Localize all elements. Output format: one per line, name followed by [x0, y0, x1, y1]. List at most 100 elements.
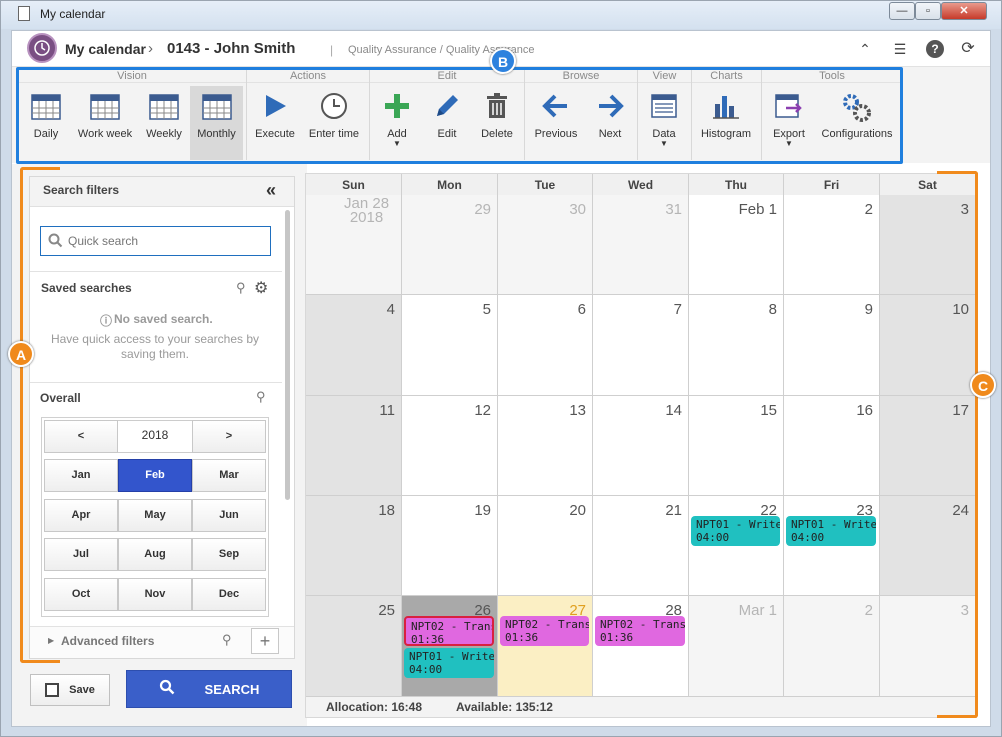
month-feb-button[interactable]: Feb — [118, 459, 192, 492]
day-number: Feb 1 — [738, 201, 777, 218]
highlight-bracket-c — [937, 171, 978, 718]
calendar-event[interactable]: NPT01 - Write t04:00 — [691, 516, 780, 546]
day-number: 15 — [760, 402, 777, 419]
event-title: NPT02 - Transla — [600, 618, 685, 631]
event-title: NPT02 - Transla — [505, 618, 589, 631]
quick-search-input[interactable] — [68, 230, 264, 252]
calendar-day-cell[interactable]: 23 — [784, 496, 880, 596]
search-button[interactable]: SEARCH — [126, 670, 292, 708]
divider — [30, 271, 282, 272]
calendar-day-cell[interactable]: 2 — [784, 195, 880, 295]
day-number: 5 — [482, 301, 491, 318]
month-dec-button[interactable]: Dec — [192, 577, 266, 611]
event-time: 04:00 — [696, 531, 730, 544]
calendar-day-cell[interactable]: 20 — [498, 496, 593, 596]
calendar-day-cell[interactable]: 28 — [593, 596, 689, 697]
month-jun-button[interactable]: Jun — [192, 498, 266, 532]
day-header-fri: Fri — [784, 174, 880, 196]
event-time: 01:36 — [411, 633, 445, 646]
calendar-event[interactable]: NPT02 - Transla01:36 — [500, 616, 589, 646]
calendar-day-cell[interactable]: 2 — [784, 596, 880, 697]
refresh-icon[interactable]: ⟳ — [959, 40, 977, 58]
calendar-day-cell[interactable]: 26 — [402, 596, 498, 697]
event-title: NPT01 - Write t — [409, 650, 494, 663]
calendar-day-cell[interactable]: 29 — [402, 195, 498, 295]
save-button[interactable]: Save — [30, 674, 110, 706]
breadcrumb-separator: › — [148, 40, 153, 57]
event-time: 01:36 — [505, 631, 539, 644]
calendar-event[interactable]: NPT01 - Write t04:00 — [786, 516, 876, 546]
calendar-event[interactable]: NPT02 - Transla01:36 — [404, 616, 494, 646]
calendar-day-cell[interactable]: 14 — [593, 396, 689, 496]
search-icon — [159, 672, 175, 710]
no-saved-hint: Have quick access to your searches by sa… — [50, 332, 260, 361]
advanced-filters-label[interactable]: Advanced filters — [61, 634, 154, 648]
broom-icon[interactable]: ⚲ — [222, 632, 232, 648]
day-header-thu: Thu — [689, 174, 784, 196]
calendar-day-cell[interactable]: 6 — [498, 295, 593, 396]
day-number: 25 — [378, 602, 395, 619]
day-number: 20 — [569, 502, 586, 519]
day-header-tue: Tue — [498, 174, 593, 196]
collapse-up-icon[interactable]: ⌃ — [856, 40, 874, 58]
maximize-button[interactable]: ▫ — [915, 2, 941, 20]
day-number: 11 — [379, 402, 395, 419]
calendar-day-cell[interactable]: 15 — [689, 396, 784, 496]
day-number: Jan 28 2018 — [344, 195, 390, 226]
calendar-day-cell[interactable]: 11 — [306, 396, 402, 496]
day-number: 9 — [864, 301, 873, 318]
gear-icon[interactable]: ⚙ — [254, 278, 268, 298]
floppy-icon — [45, 683, 60, 698]
calendar-day-cell[interactable]: 4 — [306, 295, 402, 396]
minimize-button[interactable]: — — [889, 2, 915, 20]
calendar-day-cell[interactable]: 22 — [689, 496, 784, 596]
help-icon[interactable]: ? — [926, 40, 944, 58]
calendar-day-cell[interactable]: 16 — [784, 396, 880, 496]
calendar-footer: Allocation: 16:48 Available: 135:12 — [306, 697, 976, 717]
calendar-day-cell[interactable]: 9 — [784, 295, 880, 396]
day-header-sun: Sun — [306, 174, 402, 196]
next-year-button[interactable]: > — [192, 420, 266, 453]
calendar-day-cell[interactable]: 19 — [402, 496, 498, 596]
calendar-day-cell[interactable]: Mar 1 — [689, 596, 784, 697]
month-aug-button[interactable]: Aug — [118, 538, 192, 571]
calendar-day-cell[interactable]: Feb 1 — [689, 195, 784, 295]
calendar-day-cell[interactable]: 31 — [593, 195, 689, 295]
calendar-day-cell[interactable]: 7 — [593, 295, 689, 396]
broom-icon[interactable]: ⚲ — [236, 280, 246, 296]
calendar-day-cell[interactable]: Jan 28 2018 — [306, 195, 402, 295]
month-sep-button[interactable]: Sep — [192, 538, 266, 571]
calendar-day-cell[interactable]: 30 — [498, 195, 593, 295]
collapse-panel-icon[interactable]: « — [266, 180, 276, 201]
close-window-button[interactable]: ✕ — [941, 2, 987, 20]
calendar-event[interactable]: NPT01 - Write t04:00 — [404, 648, 494, 678]
event-title: NPT01 - Write t — [791, 518, 876, 531]
badge-b: B — [490, 48, 516, 74]
calendar-day-cell[interactable]: 18 — [306, 496, 402, 596]
calendar-day-cell[interactable]: 27 — [498, 596, 593, 697]
calendar-day-cell[interactable]: 13 — [498, 396, 593, 496]
calendar-day-cell[interactable]: 21 — [593, 496, 689, 596]
header-app-title[interactable]: My calendar — [65, 41, 146, 57]
year-label: 2018 — [118, 420, 192, 453]
calendar-day-cell[interactable]: 25 — [306, 596, 402, 697]
panel-scrollbar[interactable] — [285, 210, 290, 500]
broom-icon[interactable]: ⚲ — [256, 389, 266, 405]
highlight-box-b — [16, 67, 903, 164]
window-title: My calendar — [40, 7, 106, 21]
calendar-day-cell[interactable]: 12 — [402, 396, 498, 496]
month-nov-button[interactable]: Nov — [118, 577, 192, 611]
calendar-event[interactable]: NPT02 - Transla01:36 — [595, 616, 685, 646]
list-icon[interactable]: ☰ — [891, 40, 909, 58]
save-label: Save — [69, 684, 95, 696]
add-filter-button[interactable]: + — [251, 628, 279, 654]
day-number: Mar 1 — [738, 602, 777, 619]
month-may-button[interactable]: May — [118, 498, 192, 532]
day-number: 14 — [665, 402, 682, 419]
calendar-day-cell[interactable]: 5 — [402, 295, 498, 396]
month-mar-button[interactable]: Mar — [192, 459, 266, 492]
day-number: 29 — [474, 201, 491, 218]
day-number: 19 — [474, 502, 491, 519]
calendar-day-cell[interactable]: 8 — [689, 295, 784, 396]
title-bar — [1, 1, 1001, 29]
